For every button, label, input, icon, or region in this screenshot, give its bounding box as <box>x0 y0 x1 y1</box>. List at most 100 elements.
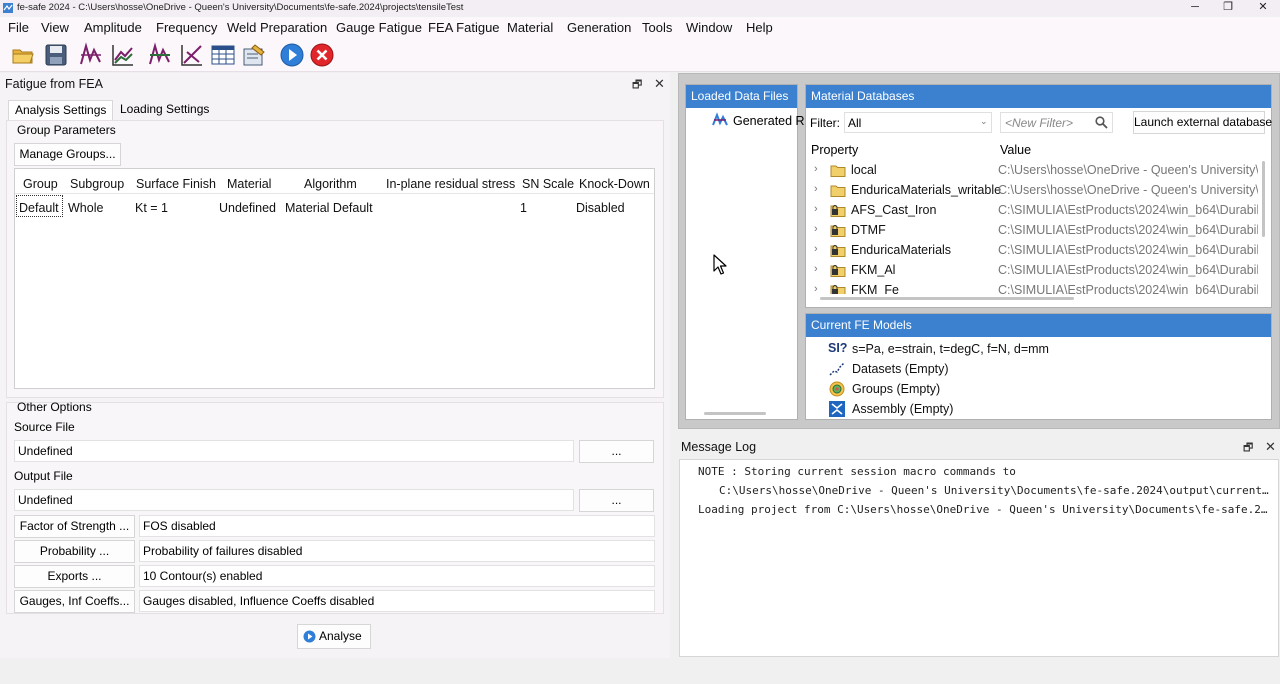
close-panel-icon[interactable]: ✕ <box>654 76 665 92</box>
filter-select[interactable]: All ⌄ <box>844 112 992 133</box>
menu-generation[interactable]: Generation <box>567 20 631 35</box>
property-column-header[interactable]: Property <box>811 143 858 157</box>
chevron-right-icon[interactable]: › <box>814 263 818 275</box>
locked-folder-icon <box>830 205 846 217</box>
gauges-inf-coeffs-button[interactable]: Gauges, Inf Coeffs... <box>14 590 135 613</box>
exports-button[interactable]: Exports ... <box>14 565 135 588</box>
launch-external-database-button[interactable]: Launch external database <box>1133 111 1272 134</box>
minimize-button[interactable]: ─ <box>1178 0 1212 16</box>
chevron-right-icon[interactable]: › <box>814 283 818 294</box>
tab-analysis-settings[interactable]: Analysis Settings <box>8 100 114 120</box>
fe-safe-app-icon <box>3 3 13 13</box>
chevron-right-icon[interactable]: › <box>814 163 818 175</box>
menu-amplitude[interactable]: Amplitude <box>84 20 142 35</box>
source-file-field[interactable]: Undefined <box>14 440 574 462</box>
table-header[interactable]: Surface Finish <box>136 177 216 191</box>
folder-icon <box>830 165 846 177</box>
log-line: C:\Users\hosse\OneDrive - Queen's Univer… <box>719 484 1269 497</box>
table-cell[interactable]: Kt = 1 <box>135 201 168 215</box>
menu-gauge-fatigue[interactable]: Gauge Fatigue <box>336 20 422 35</box>
menu-tools[interactable]: Tools <box>642 20 672 35</box>
table-header[interactable]: Algorithm <box>304 177 357 191</box>
menu-view[interactable]: View <box>41 20 69 35</box>
table-header[interactable]: SN Scale <box>522 177 574 191</box>
tab-loading-settings[interactable]: Loading Settings <box>114 100 215 120</box>
material-db-row[interactable]: › EnduricaMaterials C:\SIMULIA\EstProduc… <box>806 241 1264 261</box>
table-header[interactable]: Subgroup <box>70 177 124 191</box>
table-header[interactable]: Group <box>23 177 58 191</box>
loaded-data-files-title: Loaded Data Files <box>686 85 797 108</box>
datasets-icon <box>829 362 845 376</box>
signal-frequency-icon[interactable] <box>147 42 173 68</box>
factor-of-strength-button[interactable]: Factor of Strength ... <box>14 515 135 538</box>
chevron-right-icon[interactable]: › <box>814 203 818 215</box>
group-parameters-label: Group Parameters <box>17 123 116 137</box>
maximize-button[interactable]: ❐ <box>1211 0 1245 16</box>
chevron-right-icon[interactable]: › <box>814 183 818 195</box>
table-header[interactable]: In-plane residual stress <box>386 177 515 191</box>
signal-amplitude-icon[interactable] <box>78 42 104 68</box>
material-db-row[interactable]: › AFS_Cast_Iron C:\SIMULIA\EstProducts\2… <box>806 201 1264 221</box>
menu-frequency[interactable]: Frequency <box>156 20 217 35</box>
table-cell[interactable]: Undefined <box>219 201 276 215</box>
table-header[interactable]: Material <box>227 177 271 191</box>
material-db-row[interactable]: › FKM_Al C:\SIMULIA\EstProducts\2024\win… <box>806 261 1264 281</box>
table-cell[interactable]: Material Default <box>285 201 373 215</box>
stop-icon[interactable] <box>309 42 335 68</box>
material-databases-title: Material Databases <box>806 85 1271 108</box>
menu-weld-preparation[interactable]: Weld Preparation <box>227 20 327 35</box>
groups-icon <box>829 381 845 397</box>
material-db-name: DTMF <box>851 223 886 237</box>
vertical-scrollbar[interactable] <box>1262 161 1265 237</box>
run-icon[interactable] <box>279 42 305 68</box>
material-db-row[interactable]: › local C:\Users\hosse\OneDrive - Queen'… <box>806 161 1264 181</box>
table-icon[interactable] <box>210 42 236 68</box>
menu-help[interactable]: Help <box>746 20 773 35</box>
close-panel-icon[interactable]: ✕ <box>1265 439 1276 455</box>
horizontal-scrollbar[interactable] <box>704 412 766 415</box>
float-panel-icon[interactable]: 🗗 <box>1243 439 1253 458</box>
chevron-right-icon[interactable]: › <box>814 243 818 255</box>
chevron-down-icon: ⌄ <box>980 116 988 126</box>
open-folder-icon[interactable] <box>10 42 36 68</box>
material-db-name: AFS_Cast_Iron <box>851 203 937 217</box>
menu-fea-fatigue[interactable]: FEA Fatigue <box>428 20 500 35</box>
float-panel-icon[interactable]: 🗗 <box>632 76 642 95</box>
table-header[interactable]: Knock-Down <box>579 177 650 191</box>
new-filter-input[interactable]: <New Filter> <box>1000 112 1113 133</box>
material-db-row[interactable]: › DTMF C:\SIMULIA\EstProducts\2024\win_b… <box>806 221 1264 241</box>
horizontal-scrollbar[interactable] <box>820 297 1074 300</box>
properties-icon[interactable] <box>241 42 267 68</box>
menu-material[interactable]: Material <box>507 20 553 35</box>
assembly-icon <box>829 401 845 417</box>
table-cell[interactable]: Default <box>19 201 59 215</box>
menu-window[interactable]: Window <box>686 20 732 35</box>
close-window-button[interactable]: ✕ <box>1246 0 1280 16</box>
analyse-button[interactable]: Analyse <box>297 624 371 649</box>
units-icon: SI? <box>828 341 848 355</box>
output-file-browse-button[interactable]: ... <box>579 489 654 512</box>
material-db-row[interactable]: › FKM_Fe C:\SIMULIA\EstProducts\2024\win… <box>806 281 1264 294</box>
fatigue-from-fea-panel: Fatigue from FEA 🗗 ✕ Analysis Settings L… <box>0 73 670 658</box>
material-db-name: EnduricaMaterials_writable <box>851 183 1002 197</box>
search-icon[interactable] <box>1095 116 1108 129</box>
loaded-data-files-panel: Loaded Data Files Generated R <box>685 84 805 420</box>
material-db-row[interactable]: › EnduricaMaterials_writable C:\Users\ho… <box>806 181 1264 201</box>
generated-results-item[interactable]: Generated R <box>733 114 805 128</box>
table-cell[interactable]: 1 <box>520 201 527 215</box>
value-column-header[interactable]: Value <box>1000 143 1031 157</box>
table-cell[interactable]: Disabled <box>576 201 625 215</box>
output-file-field[interactable]: Undefined <box>14 489 574 511</box>
manage-groups-button[interactable]: Manage Groups... <box>14 143 121 166</box>
table-cell[interactable]: Whole <box>68 201 103 215</box>
save-icon[interactable] <box>43 42 69 68</box>
chevron-right-icon[interactable]: › <box>814 223 818 235</box>
signal-overlay-icon[interactable] <box>110 42 136 68</box>
groups-text: Groups (Empty) <box>852 382 941 396</box>
cross-plot-icon[interactable] <box>179 42 205 68</box>
probability-button[interactable]: Probability ... <box>14 540 135 563</box>
material-db-path: C:\Users\hosse\OneDrive - Queen's Univer… <box>998 183 1258 197</box>
menu-file[interactable]: File <box>8 20 29 35</box>
message-log-content[interactable]: NOTE : Storing current session macro com… <box>679 459 1279 657</box>
source-file-browse-button[interactable]: ... <box>579 440 654 463</box>
